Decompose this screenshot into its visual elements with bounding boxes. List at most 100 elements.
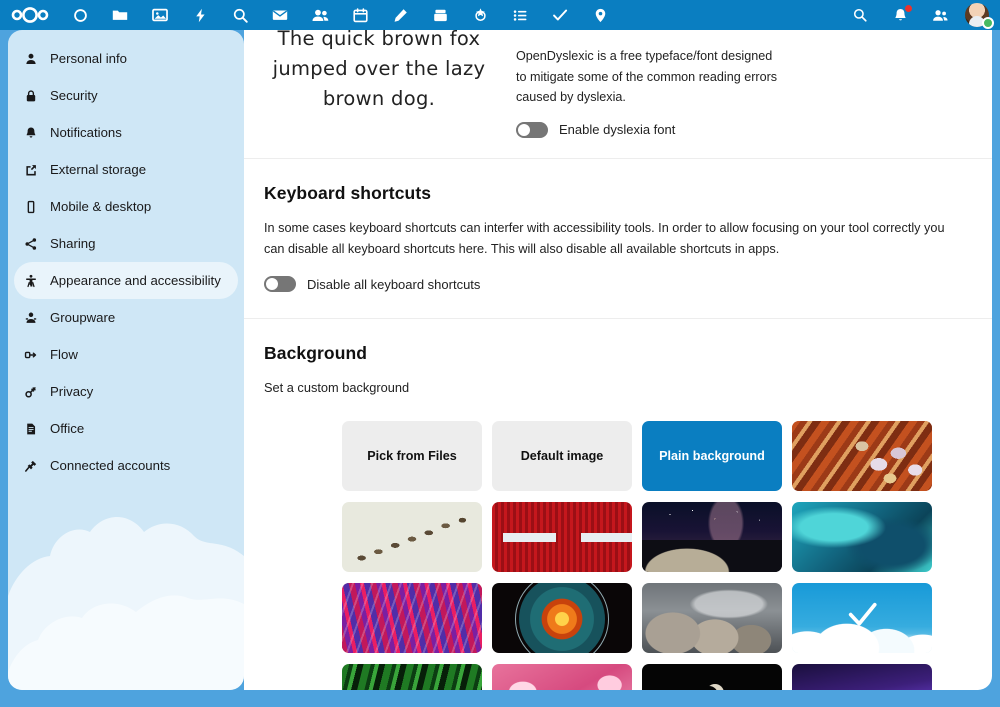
dyslexia-description: OpenDyslexic is a free typeface/font des… [516,49,778,104]
key-icon [24,385,50,399]
activity-icon[interactable] [180,0,220,30]
dyslexia-info: OpenDyslexic is a free typeface/font des… [516,30,786,158]
keyboard-shortcuts-title: Keyboard shortcuts [264,183,432,203]
tile-artwork [342,664,482,690]
sidebar-item-groupware[interactable]: Groupware [14,299,238,336]
top-header [0,0,1000,30]
accessibility-icon [24,274,50,288]
dashboard-icon[interactable] [60,0,100,30]
tile-artwork [642,502,782,572]
background-tile-image[interactable] [492,583,632,653]
disable-all-keyboard-shortcuts-label: Disable all keyboard shortcuts [307,276,481,292]
contacts-menu-icon[interactable] [920,0,960,30]
sidebar-item-security[interactable]: Security [14,77,238,114]
keyboard-shortcuts-description: In some cases keyboard shortcuts can int… [264,221,945,256]
notes-icon[interactable] [380,0,420,30]
header-right-menu [840,0,1000,30]
background-subtitle: Set a custom background [264,380,410,395]
search-icon[interactable] [840,0,880,30]
lock-icon [24,89,50,103]
person-icon [24,52,50,66]
sidebar-item-label: Groupware [50,310,116,325]
dyslexia-sample-text: The quick brown fox jumped over the lazy… [272,30,486,110]
files-icon[interactable] [100,0,140,30]
tile-label: Default image [520,449,604,463]
sidebar-item-label: Flow [50,347,78,362]
bell-icon [24,126,50,140]
collectives-icon[interactable] [460,0,500,30]
settings-sidebar: Personal info Security Notifications Ext… [8,30,244,690]
disable-shortcuts-toggle-row[interactable]: Disable all keyboard shortcuts [264,276,972,292]
photos-icon[interactable] [140,0,180,30]
sidebar-item-external-storage[interactable]: External storage [14,151,238,188]
tile-label: Plain background [659,449,765,463]
background-tile-image[interactable] [642,583,782,653]
sidebar-item-appearance-and-accessibility[interactable]: Appearance and accessibility [14,262,238,299]
nextcloud-logo[interactable] [0,7,60,23]
tile-artwork [792,502,932,572]
settings-content: The quick brown fox jumped over the lazy… [244,30,992,690]
sidebar-item-label: Notifications [50,125,122,140]
groupware-icon [24,311,50,325]
background-title: Background [264,343,368,363]
enable-dyslexia-font-toggle[interactable] [516,121,548,138]
background-section: Background Set a custom background Pick … [244,319,992,690]
background-tile-image[interactable] [342,583,482,653]
tasks-icon[interactable] [500,0,540,30]
contacts-icon[interactable] [300,0,340,30]
disable-all-keyboard-shortcuts-toggle[interactable] [264,276,296,292]
avatar[interactable] [960,0,994,30]
checkmark-icon[interactable] [540,0,580,30]
sidebar-item-connected-accounts[interactable]: Connected accounts [14,447,238,484]
sidebar-item-privacy[interactable]: Privacy [14,373,238,410]
sidebar-item-label: Appearance and accessibility [50,273,221,288]
tile-label: Pick from Files [367,449,457,463]
toggle-knob [266,278,278,290]
document-icon [24,422,50,436]
sidebar-item-flow[interactable]: Flow [14,336,238,373]
notifications-icon[interactable] [880,0,920,30]
sidebar-item-label: Sharing [50,236,96,251]
background-tile-image[interactable] [492,664,632,690]
calendar-icon[interactable] [340,0,380,30]
background-tile-image[interactable] [792,664,932,690]
share-icon [24,237,50,251]
background-tile-image[interactable] [792,502,932,572]
deck-icon[interactable] [420,0,460,30]
background-tile-grid: Pick from Files Default image Plain back… [264,421,972,690]
tile-artwork [792,421,932,491]
tile-artwork [792,664,932,690]
background-tile-plain-background[interactable]: Plain background [642,421,782,491]
background-tile-image[interactable] [792,421,932,491]
app-navigation [60,0,620,30]
sidebar-item-mobile-desktop[interactable]: Mobile & desktop [14,188,238,225]
sidebar-item-sharing[interactable]: Sharing [14,225,238,262]
plug-icon [24,459,50,473]
tile-artwork [342,502,482,572]
search-app-icon[interactable] [220,0,260,30]
sidebar-item-office[interactable]: Office [14,410,238,447]
notification-badge [905,5,912,12]
dyslexia-font-section: The quick brown fox jumped over the lazy… [244,30,992,158]
background-tile-image[interactable] [492,502,632,572]
sidebar-item-notifications[interactable]: Notifications [14,114,238,151]
tile-artwork [342,583,482,653]
background-tile-image[interactable] [342,664,482,690]
phone-icon [24,200,50,214]
background-tile-image[interactable] [642,502,782,572]
tile-artwork [642,664,782,690]
background-tile-pick-from-files[interactable]: Pick from Files [342,421,482,491]
background-tile-image-selected[interactable] [792,583,932,653]
background-tile-default-image[interactable]: Default image [492,421,632,491]
background-tile-image[interactable] [642,664,782,690]
sidebar-item-personal-info[interactable]: Personal info [14,40,238,77]
selected-check-icon [848,602,877,626]
mail-icon[interactable] [260,0,300,30]
sidebar-item-label: Security [50,88,98,103]
maps-icon[interactable] [580,0,620,30]
enable-dyslexia-font-toggle-row[interactable]: Enable dyslexia font [516,121,786,138]
sidebar-item-label: Personal info [50,51,127,66]
background-tile-image[interactable] [342,502,482,572]
sidebar-item-label: Connected accounts [50,458,171,473]
sidebar-item-label: Privacy [50,384,94,399]
